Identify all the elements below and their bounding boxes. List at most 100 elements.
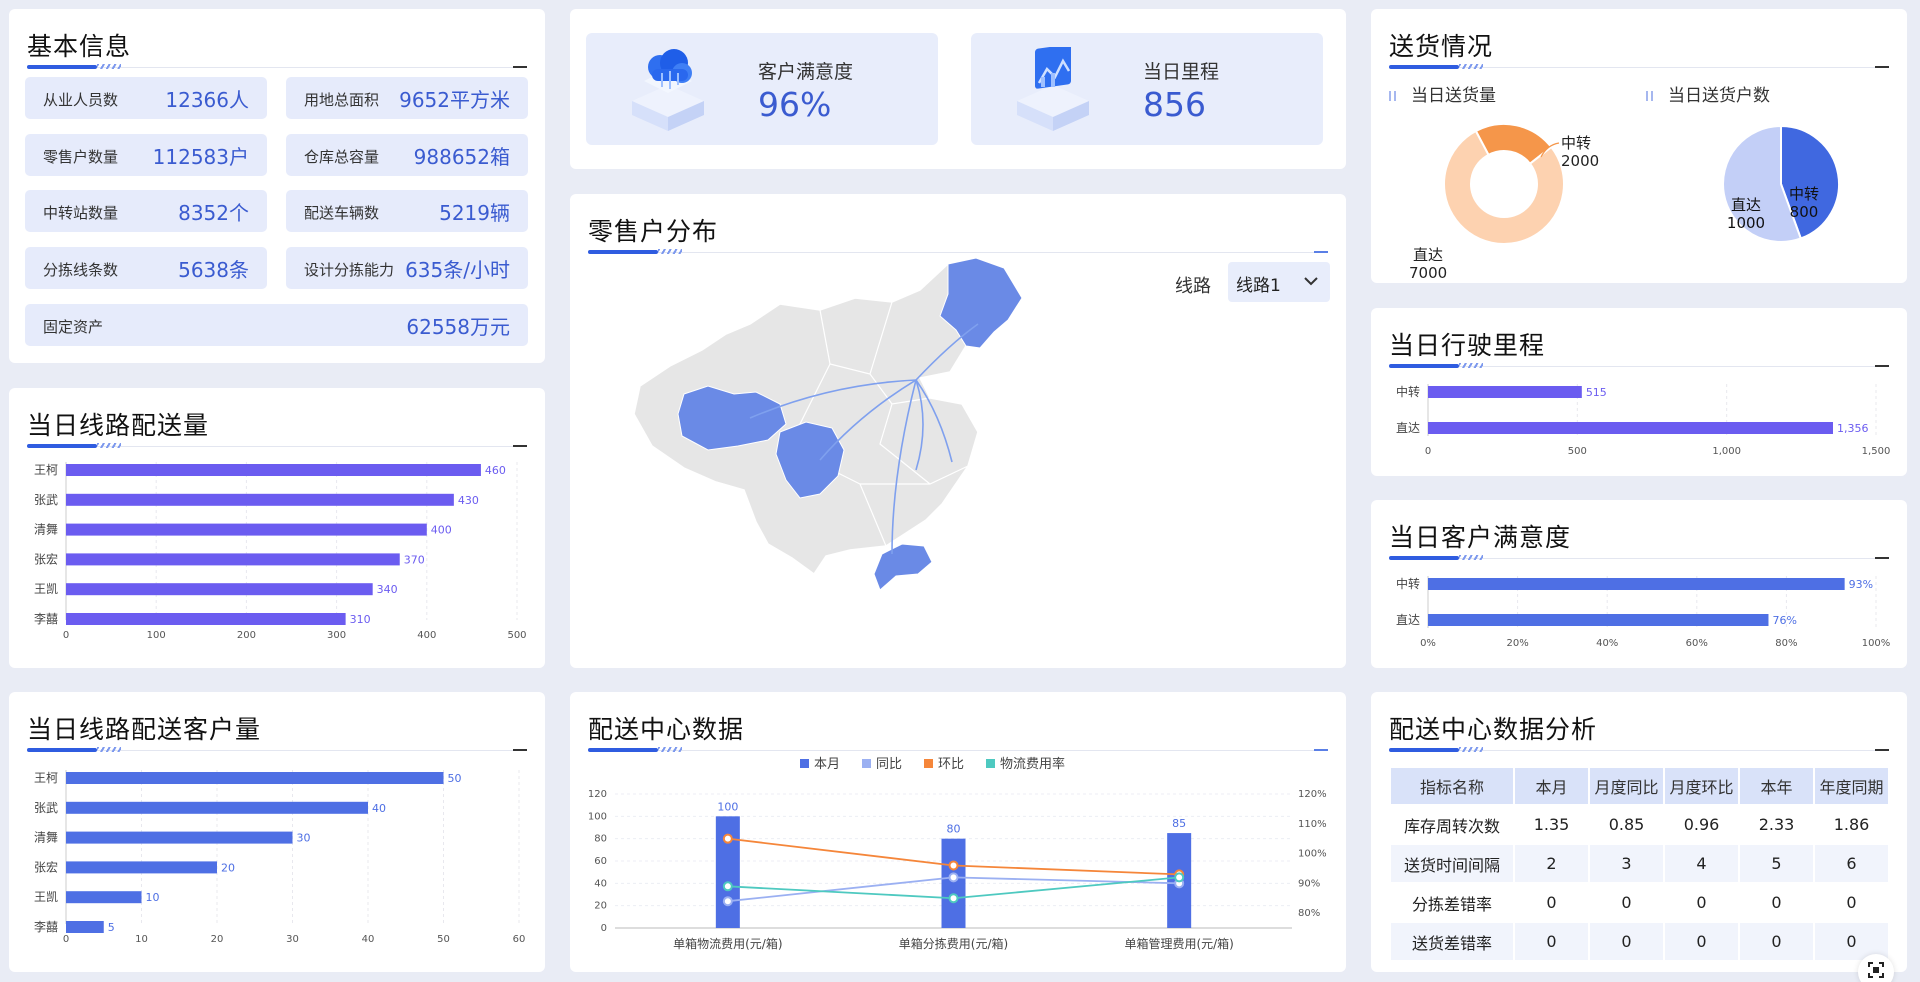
- table-cell: 0: [1665, 923, 1738, 960]
- table-cell: 送货差错率: [1391, 923, 1513, 960]
- panel-title: 配送中心数据分析: [1389, 715, 1598, 744]
- x-tick-label: 单箱管理费用(元/箱): [1124, 936, 1233, 951]
- legend-label: 同比: [876, 757, 902, 772]
- x-tick-label: 单箱物流费用(元/箱): [673, 936, 782, 951]
- table-header: 月度同比: [1590, 768, 1663, 804]
- y-right-tick-label: 100%: [1298, 849, 1327, 860]
- x-tick-label: 0: [63, 934, 69, 945]
- x-tick-label: 50: [437, 934, 450, 945]
- table-cell: 4: [1665, 845, 1738, 882]
- info-label: 零售户数量: [43, 148, 119, 166]
- minimize-icon[interactable]: [1875, 557, 1889, 559]
- x-tick-label: 100%: [1862, 638, 1891, 649]
- bar: [66, 553, 400, 566]
- table-cell: 0: [1546, 893, 1557, 912]
- y-tick-label: 李囍: [34, 919, 58, 934]
- x-tick-label: 300: [327, 630, 346, 641]
- route-select-value: 线路1: [1236, 276, 1281, 296]
- kpi-value: 856: [1143, 85, 1206, 124]
- x-tick-label: 30: [286, 934, 299, 945]
- panel-title: 当日线路配送量: [27, 411, 210, 440]
- table-header: 本月: [1515, 768, 1588, 804]
- info-label: 从业人员数: [43, 91, 119, 109]
- analysis-table: 指标名称 本月 月度同比 月度环比 本年 年度同期 库存周转次数 1.35 0.…: [1389, 766, 1890, 962]
- table-row: 库存周转次数 1.35 0.85 0.96 2.33 1.86: [1391, 806, 1888, 843]
- x-tick-label: 10: [135, 934, 148, 945]
- panel-title: 当日客户满意度: [1389, 523, 1572, 552]
- legend-label: 当日送货户数: [1668, 86, 1770, 106]
- cloud-cube-icon: [632, 49, 704, 131]
- bar: [66, 583, 373, 596]
- minimize-icon[interactable]: [513, 66, 527, 68]
- minimize-icon[interactable]: [1875, 749, 1889, 751]
- fullscreen-button[interactable]: [1858, 954, 1894, 982]
- bar: [66, 493, 454, 506]
- y-tick-label: 王柯: [34, 463, 58, 477]
- info-label: 用地总面积: [304, 91, 380, 109]
- map-region-guangdong: [873, 543, 933, 591]
- info-value: 112583户: [152, 145, 249, 169]
- data-label: 430: [458, 494, 479, 507]
- basic-info-panel: 基本信息 从业人员数 12366人 用地总面积 9652平方米 零售户数量 11…: [9, 9, 545, 363]
- kpi-satisfaction: 客户满意度 96%: [586, 33, 938, 145]
- legend-swatch: [924, 759, 933, 768]
- y-left-tick-label: 100: [588, 811, 607, 822]
- info-warehouse: 仓库总容量 988652箱: [286, 134, 528, 176]
- minimize-icon[interactable]: [1875, 66, 1889, 68]
- legend-swatch: [800, 759, 809, 768]
- y-left-tick-label: 0: [601, 923, 607, 934]
- table-cell: 0: [1621, 893, 1632, 912]
- data-label: 50: [448, 772, 462, 785]
- minimize-icon[interactable]: [1875, 365, 1889, 367]
- x-tick-label: 0: [1425, 446, 1431, 457]
- slice-value: 7000: [1409, 264, 1447, 282]
- x-tick-label: 20%: [1506, 638, 1528, 649]
- panel-title: 当日行驶里程: [1389, 331, 1546, 360]
- minimize-icon[interactable]: [1314, 749, 1328, 751]
- bar: [66, 921, 104, 933]
- slice-name: 中转: [1561, 134, 1591, 152]
- mileage-panel: 当日行驶里程 0 500 1,000 1,500 中转 515 直达 1,356: [1371, 308, 1907, 476]
- legend-mark: [1394, 91, 1396, 101]
- bar: [66, 464, 481, 476]
- data-label: 40: [372, 802, 386, 815]
- x-tick-label: 20: [211, 934, 224, 945]
- info-label: 配送车辆数: [304, 204, 380, 222]
- minimize-icon[interactable]: [513, 445, 527, 447]
- info-value: 635条/小时: [405, 258, 510, 282]
- table-cell: 1.86: [1833, 815, 1870, 834]
- info-land-area: 用地总面积 9652平方米: [286, 77, 528, 119]
- legend-label: 环比: [938, 757, 964, 772]
- info-stations: 中转站数量 8352个: [25, 190, 267, 232]
- title-divider: [588, 750, 1328, 751]
- info-value: 9652平方米: [399, 88, 510, 112]
- route-delivery-panel: 当日线路配送量 0 100 200 300 400 500 王柯 460 张武 430 清舞 400 张…: [9, 388, 545, 668]
- legend-label: 当日送货量: [1411, 86, 1496, 106]
- x-tick-label: 1,500: [1862, 446, 1891, 457]
- bar: [1428, 614, 1769, 626]
- minimize-icon[interactable]: [513, 749, 527, 751]
- y-tick-label: 清舞: [34, 831, 58, 845]
- y-tick-label: 张武: [34, 493, 58, 507]
- bar: [1428, 422, 1833, 434]
- y-tick-label: 张宏: [34, 859, 58, 874]
- slice-name: 直达: [1413, 246, 1443, 264]
- table-row: 分拣差错率 0 0 0 0 0: [1391, 884, 1888, 921]
- x-tick-label: 400: [417, 630, 436, 641]
- y-tick-label: 张武: [34, 801, 58, 815]
- x-tick-label: 单箱分拣费用(元/箱): [899, 936, 1008, 951]
- y-tick-label: 王凯: [34, 890, 58, 904]
- slice-name: 直达: [1731, 196, 1761, 214]
- minimize-icon[interactable]: [1314, 251, 1328, 253]
- y-left-tick-label: 40: [594, 878, 607, 889]
- panel-title: 配送中心数据: [588, 715, 745, 744]
- bar: [1428, 386, 1582, 398]
- route-select[interactable]: 线路1: [1228, 262, 1330, 302]
- x-tick-label: 40%: [1596, 638, 1618, 649]
- y-tick-label: 中转: [1396, 576, 1420, 591]
- satisfaction-bar-chart: 0% 20% 40% 60% 80% 100% 中转 93% 直达 76%: [1396, 576, 1891, 649]
- slice-name: 中转: [1789, 185, 1819, 203]
- info-value: 988652箱: [413, 145, 510, 169]
- table-row: 送货差错率 0 0 0 0 0: [1391, 923, 1888, 960]
- bar: [66, 861, 217, 874]
